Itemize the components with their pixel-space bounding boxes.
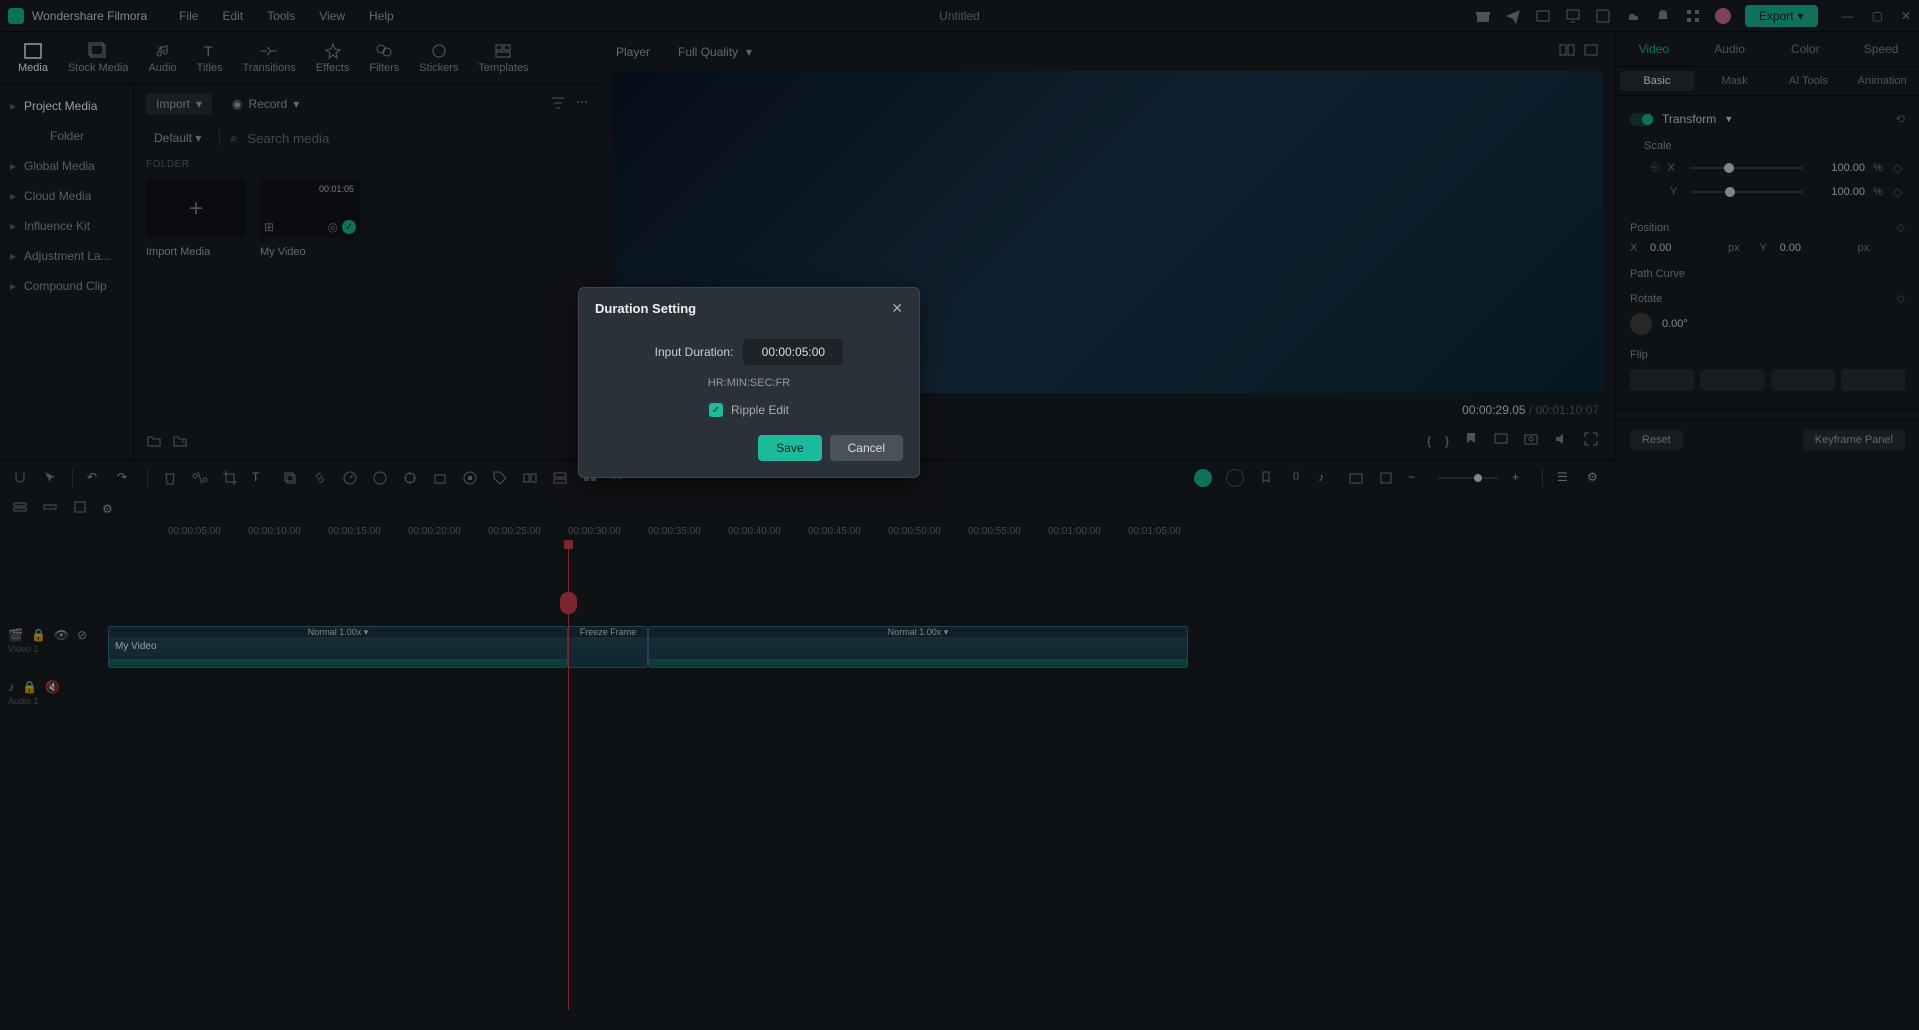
save-button[interactable]: Save bbox=[758, 435, 821, 461]
input-duration-label: Input Duration: bbox=[655, 345, 734, 359]
ripple-edit-checkbox[interactable]: ✓ bbox=[709, 403, 723, 417]
close-icon[interactable]: ✕ bbox=[891, 300, 903, 317]
ripple-edit-label: Ripple Edit bbox=[731, 403, 789, 417]
cancel-button[interactable]: Cancel bbox=[830, 435, 903, 461]
modal-backdrop[interactable] bbox=[0, 0, 1919, 1030]
duration-setting-dialog: Duration Setting ✕ Input Duration: HR:MI… bbox=[578, 287, 920, 478]
duration-input[interactable] bbox=[743, 339, 843, 365]
format-hint: HR:MIN:SEC:FR bbox=[595, 377, 903, 389]
dialog-title: Duration Setting bbox=[595, 301, 696, 316]
